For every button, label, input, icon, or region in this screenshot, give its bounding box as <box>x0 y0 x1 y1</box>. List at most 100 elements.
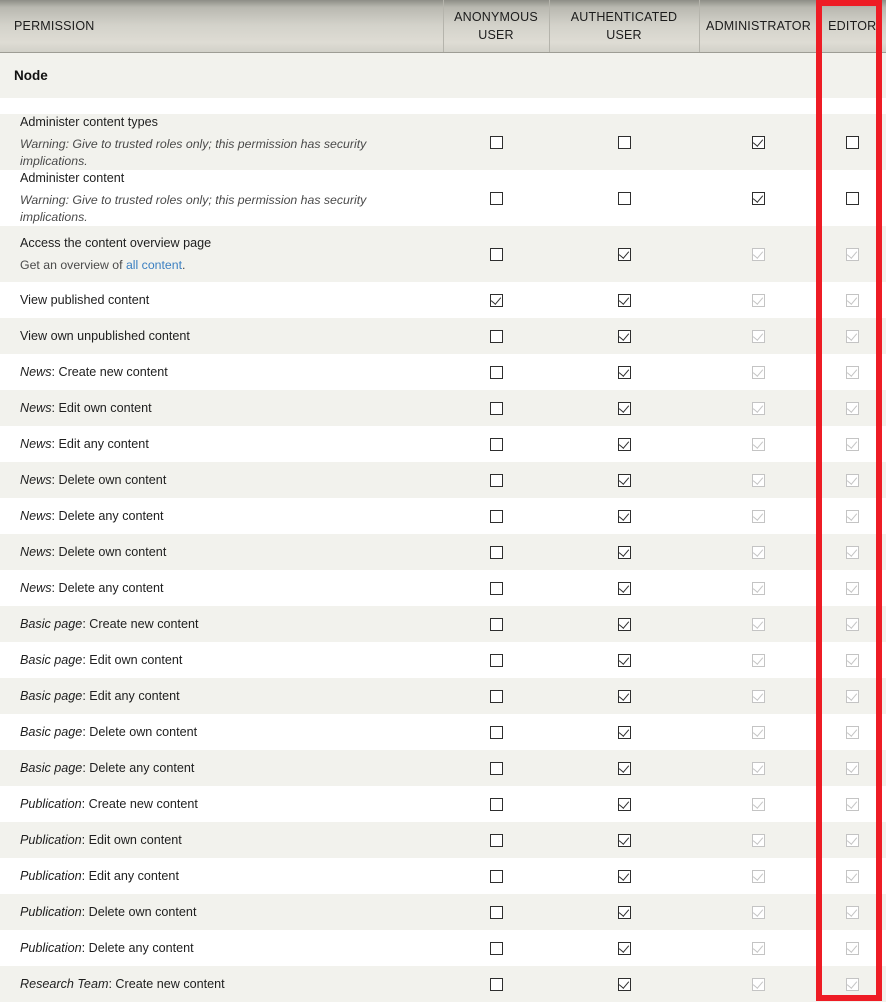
permission-cell-authenticated-user[interactable] <box>549 282 699 318</box>
permission-cell-authenticated-user[interactable] <box>549 570 699 606</box>
permission-cell-authenticated-user[interactable] <box>549 170 699 226</box>
permission-cell-anonymous-user[interactable] <box>443 226 549 282</box>
permission-cell-authenticated-user[interactable] <box>549 390 699 426</box>
checkbox-anonymous-user-row-4[interactable] <box>489 330 503 344</box>
permission-cell-anonymous-user[interactable] <box>443 714 549 750</box>
permission-cell-anonymous-user[interactable] <box>443 750 549 786</box>
checkbox-administrator-row-1[interactable] <box>752 192 765 206</box>
permission-cell-anonymous-user[interactable] <box>443 822 549 858</box>
checkbox-anonymous-user-row-14[interactable] <box>489 690 503 704</box>
checkbox-authenticated-user-row-11[interactable] <box>617 582 631 596</box>
permission-cell-authenticated-user[interactable] <box>549 642 699 678</box>
permission-cell-authenticated-user[interactable] <box>549 114 699 170</box>
checkbox-editor-row-0[interactable] <box>845 136 859 150</box>
permission-cell-authenticated-user[interactable] <box>549 498 699 534</box>
permission-cell-anonymous-user[interactable] <box>443 282 549 318</box>
checkbox-anonymous-user-row-11[interactable] <box>489 582 503 596</box>
checkbox-anonymous-user-row-0[interactable] <box>489 136 503 150</box>
permission-cell-anonymous-user[interactable] <box>443 534 549 570</box>
checkbox-editor-row-1[interactable] <box>845 192 859 206</box>
checkbox-authenticated-user-row-18[interactable] <box>617 834 631 848</box>
checkbox-anonymous-user-row-18[interactable] <box>489 834 503 848</box>
checkbox-anonymous-user-row-13[interactable] <box>489 654 503 668</box>
permission-cell-administrator[interactable] <box>699 170 818 226</box>
permission-cell-authenticated-user[interactable] <box>549 786 699 822</box>
permission-cell-anonymous-user[interactable] <box>443 462 549 498</box>
permission-cell-authenticated-user[interactable] <box>549 426 699 462</box>
permission-cell-anonymous-user[interactable] <box>443 170 549 226</box>
checkbox-authenticated-user-row-10[interactable] <box>617 546 631 560</box>
permission-cell-anonymous-user[interactable] <box>443 894 549 930</box>
permission-cell-authenticated-user[interactable] <box>549 226 699 282</box>
checkbox-authenticated-user-row-8[interactable] <box>617 474 631 488</box>
checkbox-anonymous-user-row-19[interactable] <box>489 870 503 884</box>
permission-cell-authenticated-user[interactable] <box>549 534 699 570</box>
permission-cell-authenticated-user[interactable] <box>549 966 699 1002</box>
permission-cell-anonymous-user[interactable] <box>443 966 549 1002</box>
checkbox-anonymous-user-row-5[interactable] <box>489 366 503 380</box>
checkbox-anonymous-user-row-2[interactable] <box>489 248 503 262</box>
permission-cell-anonymous-user[interactable] <box>443 426 549 462</box>
permission-cell-authenticated-user[interactable] <box>549 678 699 714</box>
permission-cell-administrator[interactable] <box>699 114 818 170</box>
permission-cell-anonymous-user[interactable] <box>443 498 549 534</box>
checkbox-authenticated-user-row-6[interactable] <box>617 402 631 416</box>
checkbox-authenticated-user-row-13[interactable] <box>617 654 631 668</box>
checkbox-anonymous-user-row-15[interactable] <box>489 726 503 740</box>
permission-cell-authenticated-user[interactable] <box>549 858 699 894</box>
checkbox-authenticated-user-row-16[interactable] <box>617 762 631 776</box>
permission-cell-anonymous-user[interactable] <box>443 114 549 170</box>
checkbox-anonymous-user-row-6[interactable] <box>489 402 503 416</box>
permission-cell-authenticated-user[interactable] <box>549 606 699 642</box>
checkbox-authenticated-user-row-1[interactable] <box>617 192 631 206</box>
checkbox-authenticated-user-row-7[interactable] <box>617 438 631 452</box>
checkbox-anonymous-user-row-16[interactable] <box>489 762 503 776</box>
permission-cell-editor[interactable] <box>818 170 886 226</box>
checkbox-authenticated-user-row-17[interactable] <box>617 798 631 812</box>
checkbox-anonymous-user-row-21[interactable] <box>489 942 503 956</box>
checkbox-administrator-row-0[interactable] <box>752 136 765 150</box>
checkbox-authenticated-user-row-12[interactable] <box>617 618 631 632</box>
checkbox-authenticated-user-row-5[interactable] <box>617 366 631 380</box>
checkbox-authenticated-user-row-21[interactable] <box>617 942 631 956</box>
permission-cell-anonymous-user[interactable] <box>443 786 549 822</box>
permission-cell-authenticated-user[interactable] <box>549 894 699 930</box>
permission-cell-anonymous-user[interactable] <box>443 858 549 894</box>
permission-cell-authenticated-user[interactable] <box>549 318 699 354</box>
checkbox-authenticated-user-row-15[interactable] <box>617 726 631 740</box>
permission-cell-anonymous-user[interactable] <box>443 390 549 426</box>
checkbox-authenticated-user-row-4[interactable] <box>617 330 631 344</box>
checkbox-anonymous-user-row-8[interactable] <box>489 474 503 488</box>
checkbox-authenticated-user-row-9[interactable] <box>617 510 631 524</box>
checkbox-anonymous-user-row-10[interactable] <box>489 546 503 560</box>
permission-cell-authenticated-user[interactable] <box>549 822 699 858</box>
permission-cell-anonymous-user[interactable] <box>443 930 549 966</box>
permission-cell-authenticated-user[interactable] <box>549 714 699 750</box>
checkbox-anonymous-user-row-20[interactable] <box>489 906 503 920</box>
permission-cell-anonymous-user[interactable] <box>443 642 549 678</box>
checkbox-authenticated-user-row-3[interactable] <box>617 294 631 308</box>
checkbox-authenticated-user-row-0[interactable] <box>617 136 631 150</box>
permission-cell-authenticated-user[interactable] <box>549 462 699 498</box>
checkbox-anonymous-user-row-17[interactable] <box>489 798 503 812</box>
permission-cell-anonymous-user[interactable] <box>443 570 549 606</box>
checkbox-anonymous-user-row-1[interactable] <box>489 192 503 206</box>
all-content-link[interactable]: all content <box>126 258 182 272</box>
checkbox-authenticated-user-row-14[interactable] <box>617 690 631 704</box>
checkbox-authenticated-user-row-2[interactable] <box>617 248 631 262</box>
permission-cell-anonymous-user[interactable] <box>443 318 549 354</box>
checkbox-anonymous-user-row-22[interactable] <box>489 978 503 992</box>
checkbox-anonymous-user-row-9[interactable] <box>489 510 503 524</box>
permission-cell-authenticated-user[interactable] <box>549 354 699 390</box>
checkbox-anonymous-user-row-12[interactable] <box>489 618 503 632</box>
permission-cell-editor[interactable] <box>818 114 886 170</box>
permission-cell-anonymous-user[interactable] <box>443 678 549 714</box>
permission-cell-authenticated-user[interactable] <box>549 750 699 786</box>
permission-cell-anonymous-user[interactable] <box>443 354 549 390</box>
permission-cell-anonymous-user[interactable] <box>443 606 549 642</box>
checkbox-authenticated-user-row-22[interactable] <box>617 978 631 992</box>
checkbox-anonymous-user-row-3[interactable] <box>489 294 503 308</box>
permission-cell-authenticated-user[interactable] <box>549 930 699 966</box>
checkbox-authenticated-user-row-20[interactable] <box>617 906 631 920</box>
checkbox-authenticated-user-row-19[interactable] <box>617 870 631 884</box>
